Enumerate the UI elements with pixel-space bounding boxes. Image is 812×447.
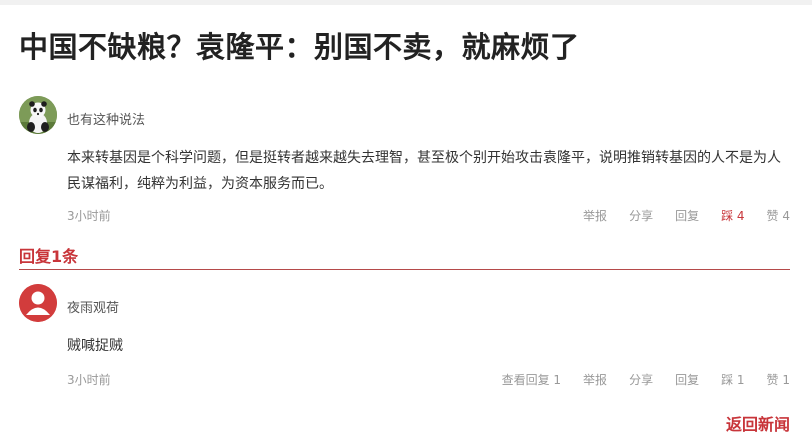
replies-section-title: 回复1条 (19, 247, 79, 266)
section-divider (19, 269, 790, 270)
dislike-button[interactable]: 踩 1 (721, 371, 744, 388)
share-button[interactable]: 分享 (629, 207, 653, 224)
top-bar (0, 0, 812, 5)
reply-timestamp: 3小时前 (67, 373, 111, 387)
share-button[interactable]: 分享 (629, 371, 653, 388)
comment-text: 本来转基因是个科学问题，但是挺转者越来越失去理智，甚至极个别开始攻击袁隆平，说明… (67, 150, 781, 192)
view-replies-button[interactable]: 查看回复 1 (502, 371, 561, 388)
comment-timestamp: 3小时前 (67, 209, 111, 223)
like-button[interactable]: 赞 1 (767, 371, 790, 388)
reply-button[interactable]: 回复 (675, 371, 699, 388)
like-button[interactable]: 赞 4 (767, 207, 790, 224)
default-user-avatar-icon[interactable] (19, 284, 57, 322)
comment-username[interactable]: 也有这种说法 (67, 109, 145, 128)
reply-text: 贼喊捉贼 (67, 338, 123, 354)
dislike-button[interactable]: 踩 4 (721, 207, 744, 224)
report-button[interactable]: 举报 (583, 371, 607, 388)
page-title: 中国不缺粮？袁隆平：别国不卖，就麻烦了 (19, 30, 580, 64)
reply-actions: 查看回复 1 举报 分享 回复 踩 1 赞 1 (502, 371, 790, 388)
reply-button[interactable]: 回复 (675, 207, 699, 224)
back-to-news-link[interactable]: 返回新闻 (726, 411, 790, 435)
panda-avatar-icon[interactable] (19, 96, 57, 134)
report-button[interactable]: 举报 (583, 207, 607, 224)
comment-actions: 举报 分享 回复 踩 4 赞 4 (583, 207, 790, 224)
reply-username[interactable]: 夜雨观荷 (67, 297, 119, 316)
